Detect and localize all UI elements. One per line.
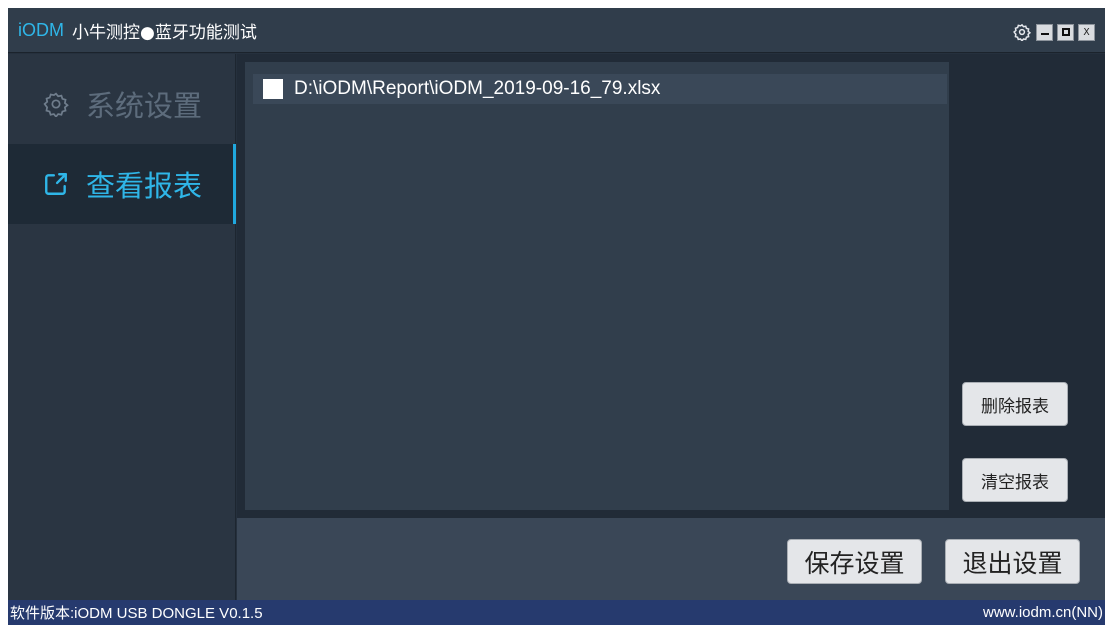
- sidebar-item-label: 查看报表: [86, 169, 203, 203]
- report-file-list[interactable]: D:\iODM\Report\iODM_2019-09-16_79.xlsx: [245, 62, 949, 510]
- minimize-icon: [1040, 33, 1049, 35]
- settings-gear-icon[interactable]: [1012, 22, 1032, 42]
- title-bar: iODM 小牛测控●蓝牙功能测试 X: [8, 8, 1105, 53]
- delete-report-button[interactable]: 删除报表: [962, 382, 1068, 426]
- save-settings-button[interactable]: 保存设置: [787, 539, 922, 584]
- export-icon: [42, 170, 70, 198]
- app-window: iODM 小牛测控●蓝牙功能测试 X 系统设置 查看报表 D:\iODM\Rep…: [8, 8, 1105, 625]
- action-bar: 保存设置 退出设置: [237, 518, 1105, 600]
- report-panel: D:\iODM\Report\iODM_2019-09-16_79.xlsx 删…: [237, 54, 1105, 518]
- sidebar-item-label: 系统设置: [86, 89, 203, 123]
- sidebar-item-system-settings[interactable]: 系统设置: [8, 64, 236, 144]
- list-item[interactable]: D:\iODM\Report\iODM_2019-09-16_79.xlsx: [253, 74, 947, 104]
- gear-icon: [42, 90, 70, 118]
- exit-settings-button[interactable]: 退出设置: [945, 539, 1080, 584]
- clear-reports-button[interactable]: 清空报表: [962, 458, 1068, 502]
- maximize-button[interactable]: [1057, 23, 1074, 41]
- close-button[interactable]: X: [1078, 23, 1095, 41]
- version-text: 软件版本:iODM USB DONGLE V0.1.5: [10, 605, 263, 622]
- sidebar-item-view-reports[interactable]: 查看报表: [8, 144, 236, 224]
- window-controls: X: [1012, 22, 1095, 42]
- sidebar: 系统设置 查看报表: [8, 54, 236, 600]
- brand-name: iODM: [18, 19, 64, 40]
- window-title: 小牛测控●蓝牙功能测试: [72, 22, 257, 43]
- website-link[interactable]: www.iodm.cn(NN): [983, 604, 1103, 621]
- file-checkbox[interactable]: [263, 79, 283, 99]
- file-name: D:\iODM\Report\iODM_2019-09-16_79.xlsx: [294, 78, 661, 99]
- maximize-icon: [1061, 28, 1070, 36]
- status-bar: 软件版本:iODM USB DONGLE V0.1.5 www.iodm.cn(…: [8, 600, 1105, 625]
- minimize-button[interactable]: [1036, 23, 1053, 41]
